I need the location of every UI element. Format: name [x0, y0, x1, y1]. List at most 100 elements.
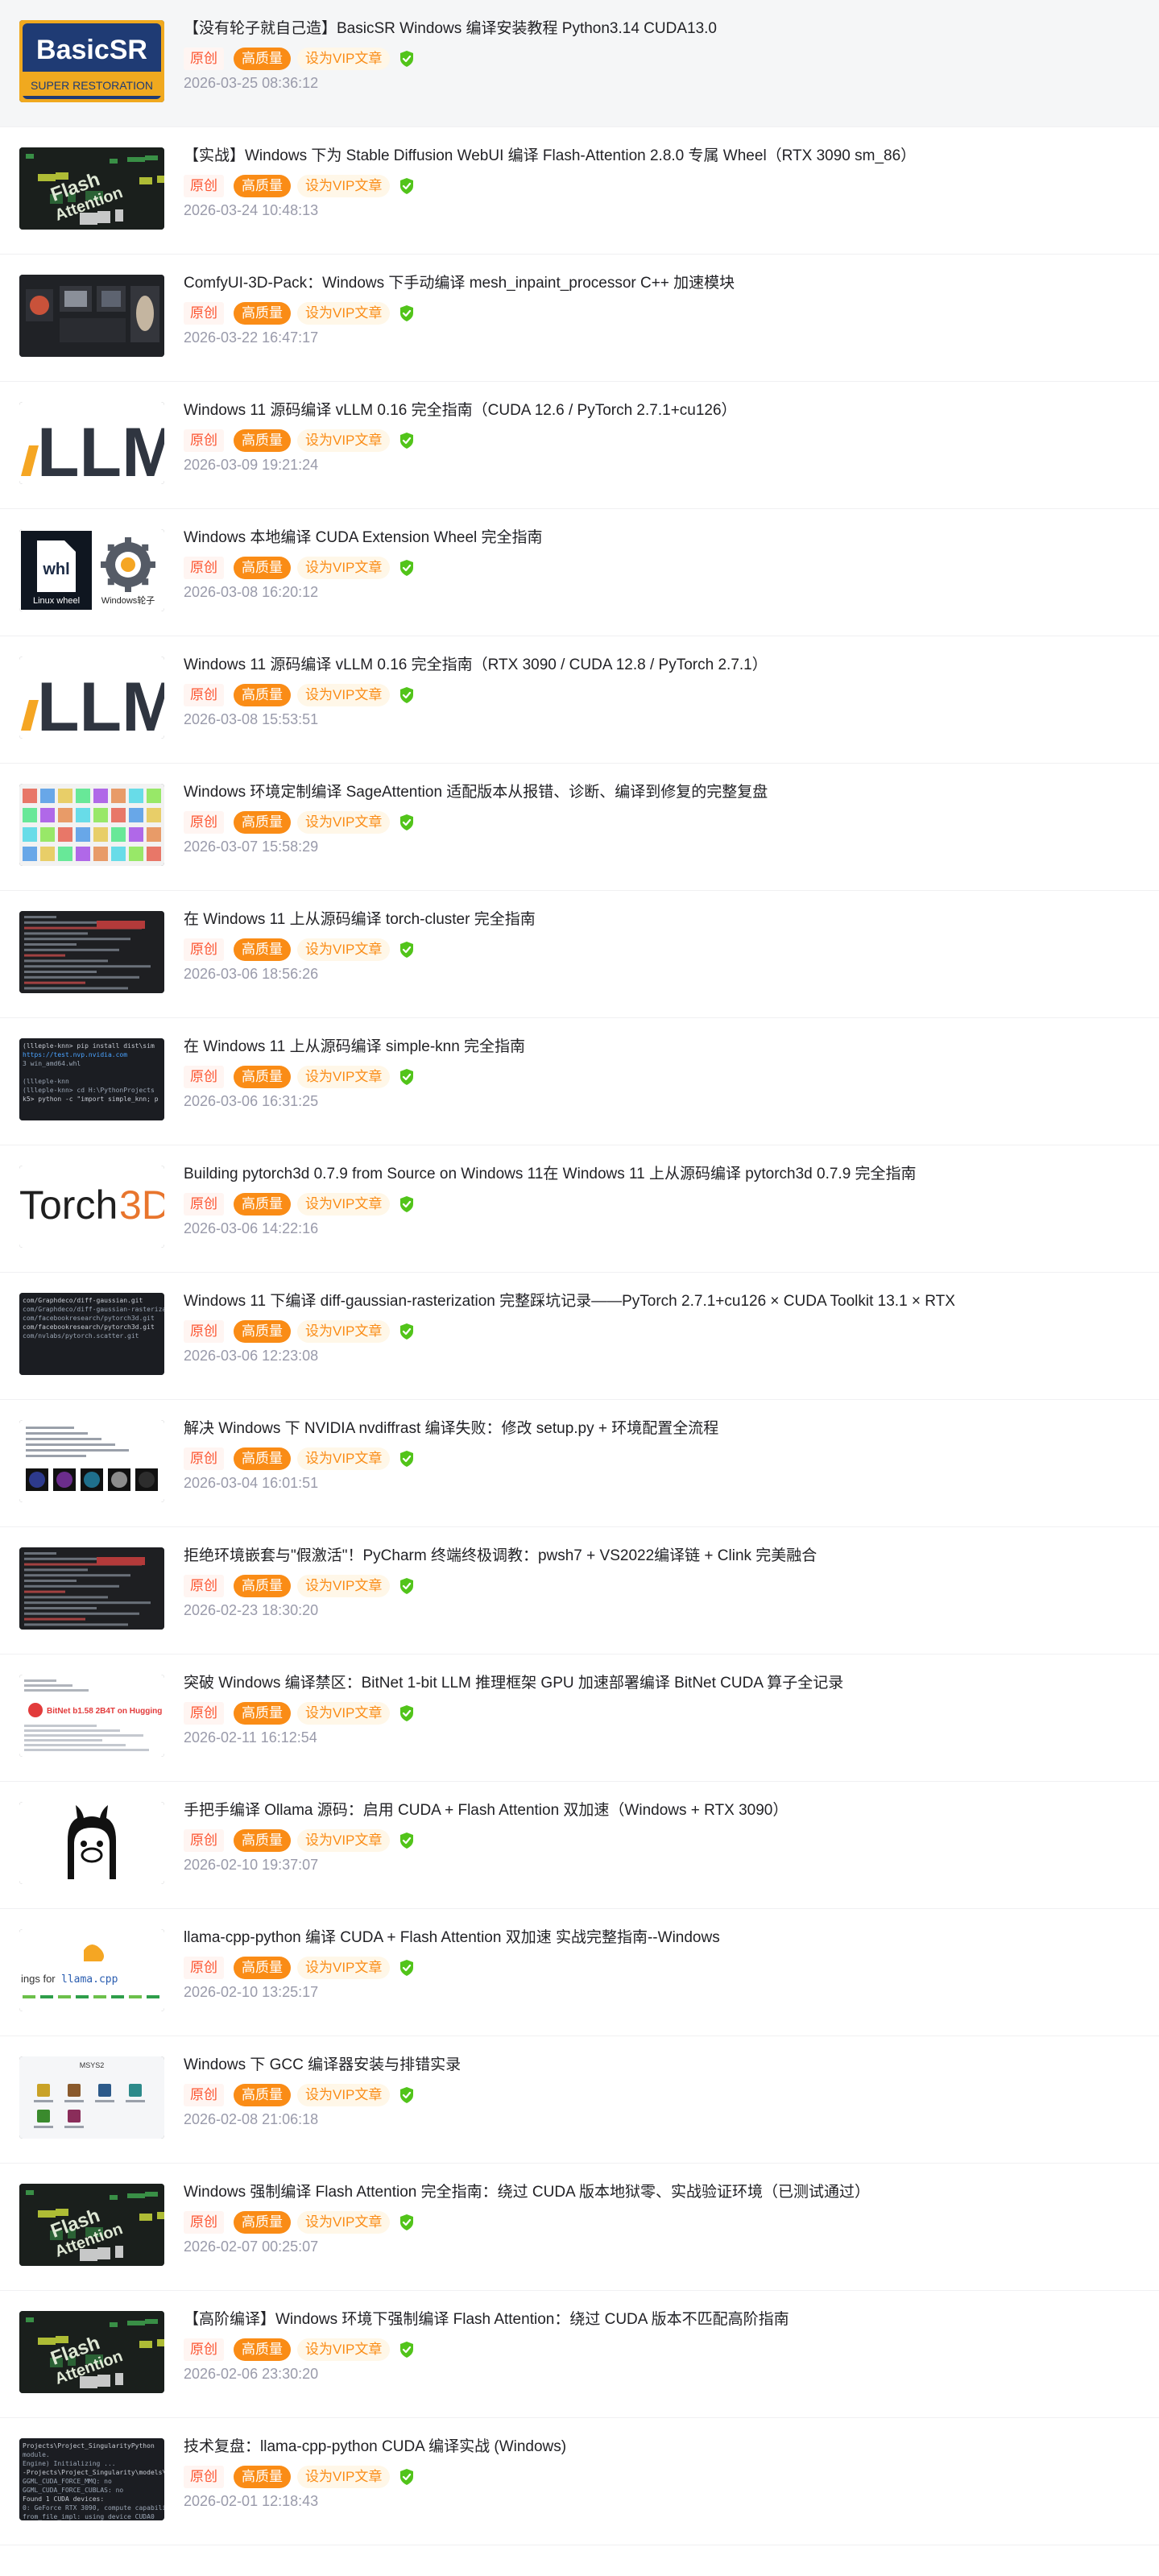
verified-check-icon: [398, 1195, 416, 1213]
article-item[interactable]: Projects\Project_SingularityPython module…: [0, 2418, 1159, 2545]
article-thumbnail[interactable]: [19, 784, 164, 866]
article-item[interactable]: (llleple-knn> pip install dist\sim https:…: [0, 1018, 1159, 1145]
original-badge: 原创: [184, 1066, 224, 1088]
article-item[interactable]: com/Graphdeco/diff-gaussian.git com/Graph…: [0, 1273, 1159, 1400]
article-title[interactable]: Windows 环境定制编译 SageAttention 适配版本从报错、诊断、…: [184, 781, 1134, 804]
article-thumbnail[interactable]: LLM: [19, 402, 164, 484]
verified-check-icon: [398, 2214, 416, 2231]
article-item[interactable]: ComfyUI-3D-Pack：Windows 下手动编译 mesh_inpai…: [0, 255, 1159, 382]
article-thumbnail[interactable]: ings for llama.cpp: [19, 1929, 164, 2011]
article-title[interactable]: 【实战】Windows 下为 Stable Diffusion WebUI 编译…: [184, 145, 1134, 168]
set-vip-button[interactable]: 设为VIP文章: [297, 1193, 391, 1216]
set-vip-button[interactable]: 设为VIP文章: [297, 811, 391, 834]
quality-badge: 高质量: [234, 557, 291, 579]
article-thumbnail[interactable]: (llleple-knn> pip install dist\sim https:…: [19, 1038, 164, 1120]
set-vip-button[interactable]: 设为VIP文章: [297, 1066, 391, 1088]
set-vip-button[interactable]: 设为VIP文章: [297, 48, 391, 70]
article-thumbnail[interactable]: MSYS2: [19, 2056, 164, 2139]
article-thumbnail[interactable]: [19, 275, 164, 357]
article-title[interactable]: Windows 本地编译 CUDA Extension Wheel 完全指南: [184, 527, 1134, 549]
article-thumbnail[interactable]: Torch 3D: [19, 1166, 164, 1248]
article-thumbnail[interactable]: [19, 1547, 164, 1630]
article-thumbnail[interactable]: com/Graphdeco/diff-gaussian.git com/Graph…: [19, 1293, 164, 1375]
set-vip-button[interactable]: 设为VIP文章: [297, 1320, 391, 1343]
quality-badge: 高质量: [234, 1193, 291, 1216]
article-thumbnail[interactable]: [19, 911, 164, 993]
set-vip-button[interactable]: 设为VIP文章: [297, 1447, 391, 1470]
article-title[interactable]: 突破 Windows 编译禁区：BitNet 1-bit LLM 推理框架 GP…: [184, 1672, 1134, 1695]
set-vip-button[interactable]: 设为VIP文章: [297, 1957, 391, 1979]
quality-badge: 高质量: [234, 1702, 291, 1725]
set-vip-button[interactable]: 设为VIP文章: [297, 938, 391, 961]
set-vip-button[interactable]: 设为VIP文章: [297, 2084, 391, 2106]
article-tags: 原创 高质量 设为VIP文章: [184, 2083, 416, 2107]
set-vip-button[interactable]: 设为VIP文章: [297, 2338, 391, 2361]
article-title[interactable]: 技术复盘：llama-cpp-python CUDA 编译实战 (Windows…: [184, 2436, 1134, 2458]
set-vip-button[interactable]: 设为VIP文章: [297, 1575, 391, 1597]
article-item[interactable]: MSYS2 Windows 下 GCC 编译器安装与排错实录 原创 高质量 设为VIP文…: [0, 2036, 1159, 2164]
quality-badge: 高质量: [234, 938, 291, 961]
article-item[interactable]: LLM Windows 11 源码编译 vLLM 0.16 完全指南（CUDA 1…: [0, 382, 1159, 509]
article-date: 2026-02-11 16:12:54: [184, 1729, 317, 1746]
set-vip-button[interactable]: 设为VIP文章: [297, 175, 391, 197]
set-vip-button[interactable]: 设为VIP文章: [297, 684, 391, 706]
article-title[interactable]: Windows 11 源码编译 vLLM 0.16 完全指南（RTX 3090 …: [184, 654, 1134, 677]
set-vip-button[interactable]: 设为VIP文章: [297, 1829, 391, 1852]
article-title[interactable]: Windows 11 源码编译 vLLM 0.16 完全指南（CUDA 12.6…: [184, 400, 1134, 422]
article-thumbnail[interactable]: Flash Attention: [19, 147, 164, 230]
article-title[interactable]: 拒绝环境嵌套与"假激活"！PyCharm 终端终极调教：pwsh7 + VS20…: [184, 1545, 1134, 1568]
article-title[interactable]: Building pytorch3d 0.7.9 from Source on …: [184, 1163, 1134, 1186]
article-item[interactable]: 手把手编译 Ollama 源码：启用 CUDA + Flash Attentio…: [0, 1782, 1159, 1909]
article-item[interactable]: Flash Attention 【实战】Windows 下为 Stable Diff…: [0, 127, 1159, 255]
article-item[interactable]: ings for llama.cpp llama-cpp-python 编译 CUD…: [0, 1909, 1159, 2036]
article-thumbnail[interactable]: BasicSR SUPER RESTORATION: [19, 20, 164, 102]
article-item[interactable]: 拒绝环境嵌套与"假激活"！PyCharm 终端终极调教：pwsh7 + VS20…: [0, 1527, 1159, 1655]
verified-check-icon: [398, 1577, 416, 1595]
article-item[interactable]: BitNet b1.58 2B4T on Hugging Face 突破 Wind…: [0, 1655, 1159, 1782]
article-title[interactable]: 在 Windows 11 上从源码编译 simple-knn 完全指南: [184, 1036, 1134, 1058]
article-thumbnail[interactable]: LLM: [19, 656, 164, 739]
set-vip-button[interactable]: 设为VIP文章: [297, 557, 391, 579]
article-thumbnail[interactable]: Flash Attention: [19, 2184, 164, 2266]
set-vip-button[interactable]: 设为VIP文章: [297, 429, 391, 452]
verified-check-icon: [398, 1323, 416, 1340]
article-item[interactable]: BasicSR SUPER RESTORATION 【没有轮子就自己造】BasicS…: [0, 0, 1159, 127]
article-title[interactable]: ComfyUI-3D-Pack：Windows 下手动编译 mesh_inpai…: [184, 272, 1134, 295]
verified-check-icon: [398, 1959, 416, 1977]
article-title[interactable]: 解决 Windows 下 NVIDIA nvdiffrast 编译失败：修改 s…: [184, 1418, 1134, 1440]
article-title[interactable]: 【没有轮子就自己造】BasicSR Windows 编译安装教程 Python3…: [184, 18, 1134, 40]
article-tags: 原创 高质量 设为VIP文章: [184, 1956, 416, 1980]
article-thumbnail[interactable]: BitNet b1.58 2B4T on Hugging Face: [19, 1675, 164, 1757]
verified-check-icon: [398, 432, 416, 449]
article-item[interactable]: 解决 Windows 下 NVIDIA nvdiffrast 编译失败：修改 s…: [0, 1400, 1159, 1527]
article-item[interactable]: whl Linux wheel Windows轮子 Windows 本地编译 CUDA…: [0, 509, 1159, 636]
article-thumbnail[interactable]: whl Linux wheel Windows轮子: [19, 529, 164, 611]
set-vip-button[interactable]: 设为VIP文章: [297, 1702, 391, 1725]
article-title[interactable]: Windows 强制编译 Flash Attention 完全指南：绕过 CUD…: [184, 2181, 1134, 2204]
article-date: 2026-03-06 18:56:26: [184, 966, 319, 982]
original-badge: 原创: [184, 684, 224, 706]
article-item[interactable]: LLM Windows 11 源码编译 vLLM 0.16 完全指南（RTX 30…: [0, 636, 1159, 764]
article-thumbnail[interactable]: [19, 1420, 164, 1502]
article-item[interactable]: 在 Windows 11 上从源码编译 torch-cluster 完全指南 原创…: [0, 891, 1159, 1018]
article-thumbnail[interactable]: Flash Attention: [19, 2311, 164, 2393]
article-tags: 原创 高质量 设为VIP文章: [184, 556, 416, 580]
article-title[interactable]: Windows 下 GCC 编译器安装与排错实录: [184, 2054, 1134, 2077]
article-item[interactable]: Windows 环境定制编译 SageAttention 适配版本从报错、诊断、…: [0, 764, 1159, 891]
set-vip-button[interactable]: 设为VIP文章: [297, 2211, 391, 2234]
article-title[interactable]: 手把手编译 Ollama 源码：启用 CUDA + Flash Attentio…: [184, 1799, 1134, 1822]
set-vip-button[interactable]: 设为VIP文章: [297, 302, 391, 325]
article-tags: 原创 高质量 设为VIP文章: [184, 2465, 416, 2489]
article-thumbnail[interactable]: Projects\Project_SingularityPython module…: [19, 2438, 164, 2520]
set-vip-button[interactable]: 设为VIP文章: [297, 2466, 391, 2488]
article-date: 2026-02-01 12:18:43: [184, 2493, 319, 2509]
article-item[interactable]: Torch 3D Building pytorch3d 0.7.9 from Sou…: [0, 1145, 1159, 1273]
article-title[interactable]: 【高阶编译】Windows 环境下强制编译 Flash Attention：绕过…: [184, 2309, 1134, 2331]
article-thumbnail[interactable]: [19, 1802, 164, 1884]
article-title[interactable]: Windows 11 下编译 diff-gaussian-rasterizati…: [184, 1290, 1134, 1313]
article-title[interactable]: 在 Windows 11 上从源码编译 torch-cluster 完全指南: [184, 909, 1134, 931]
quality-badge: 高质量: [234, 1447, 291, 1470]
article-title[interactable]: llama-cpp-python 编译 CUDA + Flash Attenti…: [184, 1927, 1134, 1949]
article-item[interactable]: Flash Attention Windows 强制编译 Flash Attenti…: [0, 2164, 1159, 2291]
article-item[interactable]: Flash Attention 【高阶编译】Windows 环境下强制编译 Flas…: [0, 2291, 1159, 2418]
